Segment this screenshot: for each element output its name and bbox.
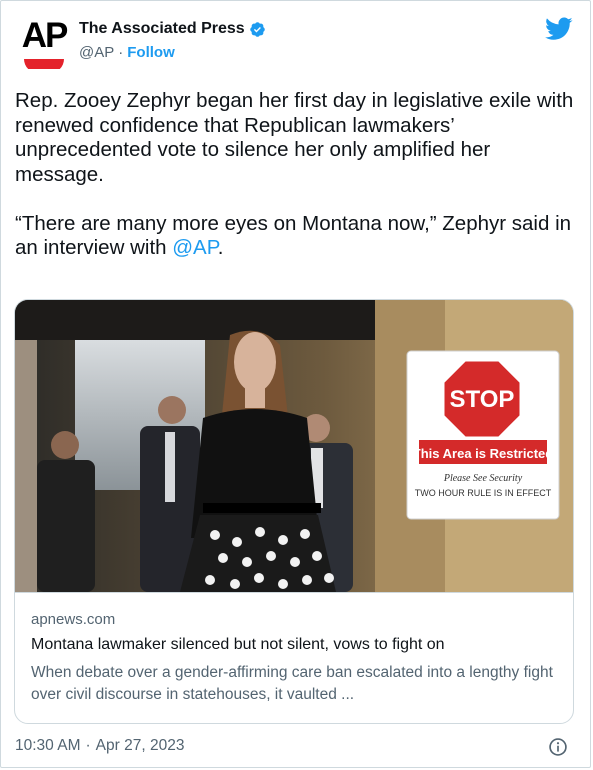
- tweet-text: Rep. Zooey Zephyr began her first day in…: [15, 89, 575, 261]
- author-handle[interactable]: @AP: [79, 44, 114, 61]
- info-icon[interactable]: [548, 737, 568, 757]
- tweet-paragraph: “There are many more eyes on Montana now…: [15, 212, 575, 261]
- author-name-row: The Associated Press: [79, 20, 266, 38]
- tweet-time[interactable]: 10:30 AM: [15, 737, 81, 755]
- verified-badge-icon: [249, 21, 265, 37]
- footer-separator: ·: [85, 737, 91, 754]
- link-card-meta[interactable]: apnews.com Montana lawmaker silenced but…: [15, 592, 573, 723]
- article-photo[interactable]: STOP This Area is Restricted Please See …: [15, 300, 574, 592]
- link-domain: apnews.com: [31, 611, 116, 628]
- author-handle-row: @AP · Follow: [79, 44, 175, 61]
- tweet-date[interactable]: Apr 27, 2023: [96, 737, 185, 755]
- tweet-paragraph: Rep. Zooey Zephyr began her first day in…: [15, 89, 574, 186]
- quote-text: “There are many more eyes on Montana now…: [15, 211, 572, 260]
- handle-separator: ·: [118, 44, 124, 61]
- quote-end: .: [217, 236, 224, 259]
- tweet-card: AP The Associated Press @AP · Follow Rep…: [0, 0, 591, 768]
- avatar-logo-text: AP: [21, 16, 69, 55]
- sign-stop-text: STOP: [450, 386, 515, 413]
- avatar-logo-swoosh: [24, 59, 64, 69]
- tweet-footer: 10:30 AM · Apr 27, 2023: [15, 737, 184, 755]
- tweet-header: AP The Associated Press @AP · Follow: [17, 15, 577, 71]
- sign-line-2: TWO HOUR RULE IS IN EFFECT: [415, 488, 552, 498]
- mention-link[interactable]: @AP: [172, 236, 218, 259]
- link-description: When debate over a gender-affirming care…: [31, 664, 553, 703]
- sign-restricted-text: This Area is Restricted: [413, 446, 553, 461]
- link-preview-card[interactable]: STOP This Area is Restricted Please See …: [14, 299, 574, 724]
- twitter-bird-icon[interactable]: [545, 17, 573, 41]
- follow-button[interactable]: Follow: [127, 44, 175, 61]
- avatar[interactable]: AP: [17, 15, 71, 69]
- author-display-name[interactable]: The Associated Press: [79, 20, 245, 38]
- sign-line-1: Please See Security: [443, 473, 523, 484]
- link-title[interactable]: Montana lawmaker silenced but not silent…: [31, 636, 445, 654]
